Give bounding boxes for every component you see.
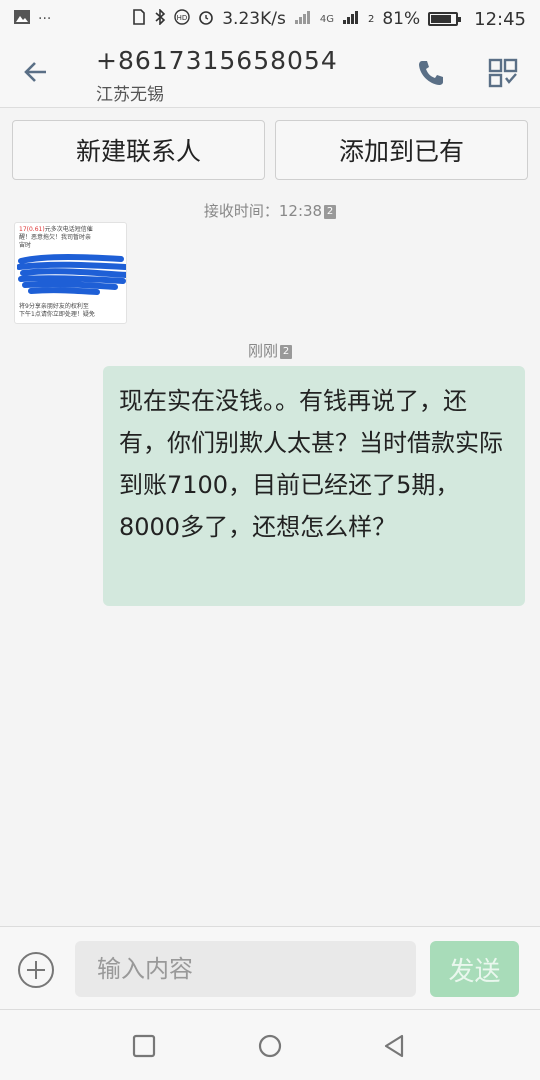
image-text-line2: 醒！恶意拖欠！我司暂时亲 — [19, 234, 92, 241]
new-contact-button[interactable]: 新建联系人 — [12, 120, 265, 180]
image-text-line1: 17(0.61)元多次电话短信催 — [19, 226, 93, 233]
call-button[interactable] — [414, 56, 448, 90]
home-button[interactable] — [256, 1032, 284, 1060]
sent-time-text: 刚刚 — [247, 342, 278, 360]
image-text-line3: 宙时 — [19, 242, 32, 249]
square-icon — [132, 1034, 156, 1058]
circle-icon — [258, 1034, 282, 1058]
grid-menu-button[interactable] — [486, 56, 520, 90]
contact-actions: 新建联系人 添加到已有 — [12, 120, 528, 180]
add-attachment-button[interactable] — [18, 952, 54, 988]
battery-icon — [428, 12, 462, 26]
nfc-icon — [132, 9, 146, 29]
system-nav-bar — [0, 1010, 540, 1080]
conversation-header: +8617315658054 江苏无锡 — [0, 38, 540, 108]
message-composer: 发送 — [0, 926, 540, 1010]
more-icon: ··· — [38, 11, 52, 27]
image-icon — [14, 10, 30, 28]
received-time-text: 接收时间：12:38 — [203, 202, 323, 220]
network-type: 4G — [319, 13, 334, 25]
contact-phone-number: +8617315658054 — [96, 46, 338, 75]
arrow-left-icon — [24, 62, 46, 82]
send-button[interactable]: 发送 — [430, 941, 519, 997]
network-speed: 3.23K/s — [222, 9, 286, 29]
image-text-bottom: 将9分享亲朋好友的权利至 下午1点请你立即处理！疑免 — [19, 303, 95, 318]
sent-message-bubble[interactable]: 现在实在没钱。。有钱再说了，还有，你们别欺人太甚？当时借款实际到账7100，目前… — [103, 366, 525, 606]
message-input[interactable] — [75, 941, 416, 997]
sent-timestamp: 刚刚 2 — [0, 340, 540, 361]
signal-icon-sim2 — [342, 10, 360, 28]
add-to-existing-button[interactable]: 添加到已有 — [275, 120, 528, 180]
received-image-message[interactable]: 17(0.61)元多次电话短信催 醒！恶意拖欠！我司暂时亲 宙时 将9分享亲朋好… — [14, 222, 127, 324]
sim-badge: 2 — [280, 344, 292, 359]
triangle-back-icon — [384, 1034, 404, 1058]
redaction-scribble — [17, 254, 126, 295]
alarm-icon — [198, 9, 214, 29]
sim-badge: 2 — [324, 204, 337, 219]
clock: 12:45 — [474, 8, 526, 30]
back-nav-button[interactable] — [380, 1032, 408, 1060]
phone-icon — [419, 61, 443, 85]
back-button[interactable] — [18, 54, 54, 90]
grid-icon — [488, 58, 518, 88]
received-timestamp: 接收时间：12:38 2 — [0, 200, 540, 221]
sim-label: 2 — [367, 13, 375, 25]
bluetooth-icon — [154, 8, 166, 29]
status-bar: ··· HD 3.23K/s 4G 2 81% 12:45 — [0, 0, 540, 38]
svg-text:HD: HD — [177, 14, 188, 22]
hd-call-icon: HD — [174, 9, 190, 29]
recents-button[interactable] — [130, 1032, 158, 1060]
battery-percent: 81% — [382, 9, 421, 29]
contact-location: 江苏无锡 — [96, 85, 164, 105]
signal-icon — [294, 10, 312, 28]
